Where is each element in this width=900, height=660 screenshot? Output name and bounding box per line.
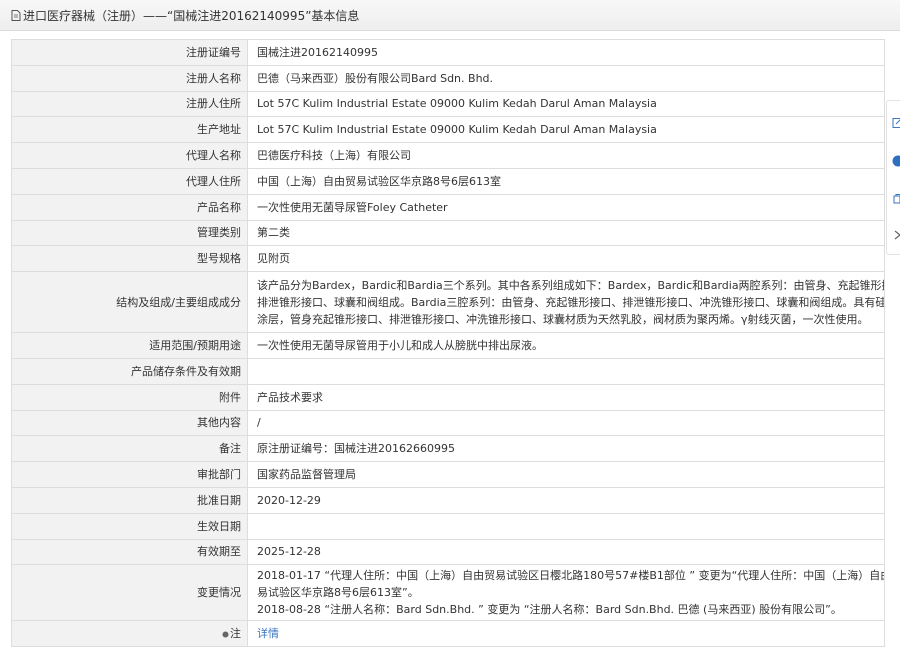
row-label: 生产地址 xyxy=(11,116,248,144)
row-value: 一次性使用无菌导尿管用于小儿和成人从膀胱中排出尿液。 xyxy=(247,332,885,359)
row-label: 管理类别 xyxy=(11,219,248,247)
row-value: 巴德医疗科技（上海）有限公司 xyxy=(247,142,885,169)
row-label-text: 注 xyxy=(230,627,241,641)
table-row: 附件 产品技术要求 xyxy=(11,383,885,411)
info-icon[interactable] xyxy=(892,155,900,167)
row-value: 该产品分为Bardex，Bardic和Bardia三个系列。其中各系列组成如下：… xyxy=(247,271,885,334)
table-row: 注 详情 xyxy=(11,620,885,648)
row-value: Lot 57C Kulim Industrial Estate 09000 Ku… xyxy=(247,90,885,118)
row-value: 一次性使用无菌导尿管Foley Catheter xyxy=(247,193,885,221)
row-value: 产品技术要求 xyxy=(247,383,885,411)
table-row: 变更情况 2018-01-17 “代理人住所：中国（上海）自由贸易试验区日樱北路… xyxy=(11,564,885,622)
table-row: 其他内容 / xyxy=(11,409,885,437)
page-header: 进口医疗器械（注册）——“国械注进20162140995”基本信息 xyxy=(0,0,900,31)
row-value: Lot 57C Kulim Industrial Estate 09000 Ku… xyxy=(247,116,885,144)
row-label: 备注 xyxy=(11,435,248,463)
page-title: 进口医疗器械（注册）——“国械注进20162140995”基本信息 xyxy=(23,8,360,23)
row-value: 2025-12-28 xyxy=(247,538,885,566)
row-label: 注册证编号 xyxy=(11,39,248,66)
value-line: 2018-08-28 “注册人名称：Bard Sdn.Bhd. ” 变更为 “注… xyxy=(257,603,842,617)
row-value: 国械注进20162140995 xyxy=(247,39,885,66)
row-value: 国家药品监督管理局 xyxy=(247,461,885,488)
value-line: 排泄锥形接口、球囊和阀组成。Bardia三腔系列：由管身、充起锥形接口、排泄锥形… xyxy=(257,295,885,309)
row-label: 型号规格 xyxy=(11,245,248,273)
row-label: 附件 xyxy=(11,383,248,411)
row-label: 变更情况 xyxy=(11,564,248,622)
table-row: 生产地址 Lot 57C Kulim Industrial Estate 090… xyxy=(11,116,885,144)
row-label: 注册人名称 xyxy=(11,64,248,92)
side-toolbar xyxy=(886,100,900,255)
row-label: 有效期至 xyxy=(11,538,248,566)
table-row: 产品储存条件及有效期 xyxy=(11,357,885,385)
device-info-table: 注册证编号 国械注进20162140995 注册人名称 巴德（马来西亚）股份有限… xyxy=(11,39,885,648)
row-value xyxy=(247,512,885,540)
table-row: 型号规格 见附页 xyxy=(11,245,885,273)
row-label: 批准日期 xyxy=(11,486,248,514)
row-label: 生效日期 xyxy=(11,512,248,540)
row-label: 代理人住所 xyxy=(11,167,248,195)
row-label: 产品储存条件及有效期 xyxy=(11,357,248,385)
table-row: 代理人名称 巴德医疗科技（上海）有限公司 xyxy=(11,142,885,169)
row-value: 见附页 xyxy=(247,245,885,273)
table-row: 备注 原注册证编号：国械注进20162660995 xyxy=(11,435,885,463)
table-row: 审批部门 国家药品监督管理局 xyxy=(11,461,885,488)
value-line: 该产品分为Bardex，Bardic和Bardia三个系列。其中各系列组成如下：… xyxy=(257,278,885,292)
row-value: / xyxy=(247,409,885,437)
row-label: 注 xyxy=(11,620,248,648)
row-label: 产品名称 xyxy=(11,193,248,221)
row-label: 适用范围/预期用途 xyxy=(11,332,248,359)
table-row: 结构及组成/主要组成成分 该产品分为Bardex，Bardic和Bardia三个… xyxy=(11,271,885,334)
value-line: 易试验区华京路8号6层613室”。 xyxy=(257,586,419,600)
table-row: 批准日期 2020-12-29 xyxy=(11,486,885,514)
row-label: 注册人住所 xyxy=(11,90,248,118)
copy-icon[interactable] xyxy=(892,193,900,205)
row-label: 代理人名称 xyxy=(11,142,248,169)
row-value xyxy=(247,357,885,385)
row-value: 详情 xyxy=(247,620,885,648)
row-label: 审批部门 xyxy=(11,461,248,488)
details-link[interactable]: 详情 xyxy=(257,627,279,640)
row-label: 结构及组成/主要组成成分 xyxy=(11,271,248,334)
table-row: 注册证编号 国械注进20162140995 xyxy=(11,39,885,66)
row-label: 其他内容 xyxy=(11,409,248,437)
table-row: 有效期至 2025-12-28 xyxy=(11,538,885,566)
dot-icon xyxy=(222,631,229,638)
table-row: 注册人住所 Lot 57C Kulim Industrial Estate 09… xyxy=(11,90,885,118)
table-row: 产品名称 一次性使用无菌导尿管Foley Catheter xyxy=(11,193,885,221)
value-line: 涂层，管身充起锥形接口、排泄锥形接口、冲洗锥形接口、球囊材质为天然乳胶，阀材质为… xyxy=(257,312,869,326)
row-value: 2020-12-29 xyxy=(247,486,885,514)
row-value: 中国（上海）自由贸易试验区华京路8号6层613室 xyxy=(247,167,885,195)
chevron-right-icon[interactable] xyxy=(892,229,900,241)
row-value: 2018-01-17 “代理人住所：中国（上海）自由贸易试验区日樱北路180号5… xyxy=(247,564,885,622)
row-value: 原注册证编号：国械注进20162660995 xyxy=(247,435,885,463)
table-row: 管理类别 第二类 xyxy=(11,219,885,247)
table-row: 生效日期 xyxy=(11,512,885,540)
document-icon xyxy=(11,9,21,21)
table-row: 注册人名称 巴德（马来西亚）股份有限公司Bard Sdn. Bhd. xyxy=(11,64,885,92)
value-line: 2018-01-17 “代理人住所：中国（上海）自由贸易试验区日樱北路180号5… xyxy=(257,569,885,583)
table-row: 适用范围/预期用途 一次性使用无菌导尿管用于小儿和成人从膀胱中排出尿液。 xyxy=(11,332,885,359)
edit-icon[interactable] xyxy=(892,117,900,129)
table-row: 代理人住所 中国（上海）自由贸易试验区华京路8号6层613室 xyxy=(11,167,885,195)
row-value: 第二类 xyxy=(247,219,885,247)
row-value: 巴德（马来西亚）股份有限公司Bard Sdn. Bhd. xyxy=(247,64,885,92)
